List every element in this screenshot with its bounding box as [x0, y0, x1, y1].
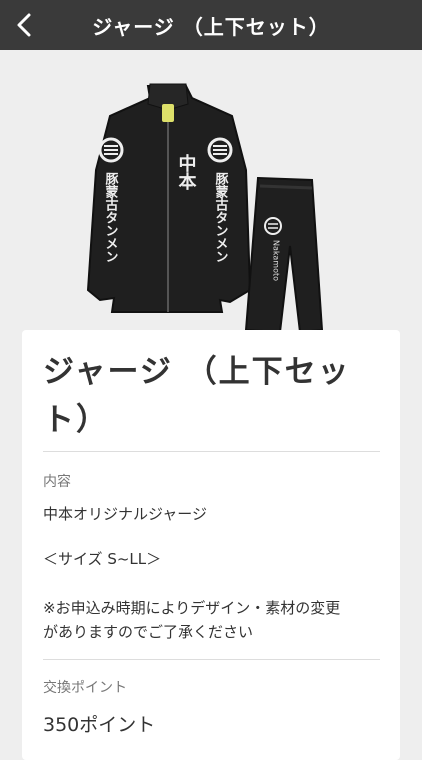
app-header: ジャージ （上下セット） — [0, 0, 422, 50]
points-label: 交換ポイント — [43, 680, 127, 696]
note-line1: ※お申込み時期によりデザイン・素材の変更 — [43, 599, 341, 617]
jacket-sleeve-text-left: 豚蒙古タンメン — [103, 172, 119, 263]
note-line2: がありますのでご了承ください — [43, 623, 254, 641]
page-title: ジャージ （上下セット） — [92, 14, 330, 39]
pants-image: Nakamoto — [244, 176, 324, 334]
points-value: 350ポイント — [43, 714, 156, 736]
item-title: ジャージ （上下セッ ト） — [43, 348, 363, 444]
item-title-line1: ジャージ （上下セッ — [43, 354, 351, 390]
jacket-sleeve-text-right: 豚蒙古タンメン — [213, 172, 229, 263]
item-detail-card: ジャージ （上下セッ ト） 内容 中本オリジナルジャージ ＜サイズ S~LL＞ … — [22, 330, 400, 760]
product-image: 豚蒙古タンメン 豚蒙古タンメン 中本 Nakamoto — [0, 50, 422, 340]
note-text: ※お申込み時期によりデザイン・素材の変更 がありますのでご了承ください — [43, 596, 378, 644]
divider — [43, 659, 380, 660]
content-name: 中本オリジナルジャージ — [43, 505, 207, 523]
jacket-image: 豚蒙古タンメン 豚蒙古タンメン 中本 — [86, 83, 252, 313]
size-text: ＜サイズ S~LL＞ — [43, 550, 162, 568]
pants-text: Nakamoto — [272, 240, 281, 281]
content-label: 内容 — [43, 474, 71, 490]
back-button[interactable] — [10, 8, 38, 42]
item-title-line2: ト） — [43, 402, 109, 438]
jacket-chest-text: 中本 — [176, 153, 197, 191]
chevron-left-icon — [17, 13, 31, 37]
divider — [43, 451, 380, 452]
